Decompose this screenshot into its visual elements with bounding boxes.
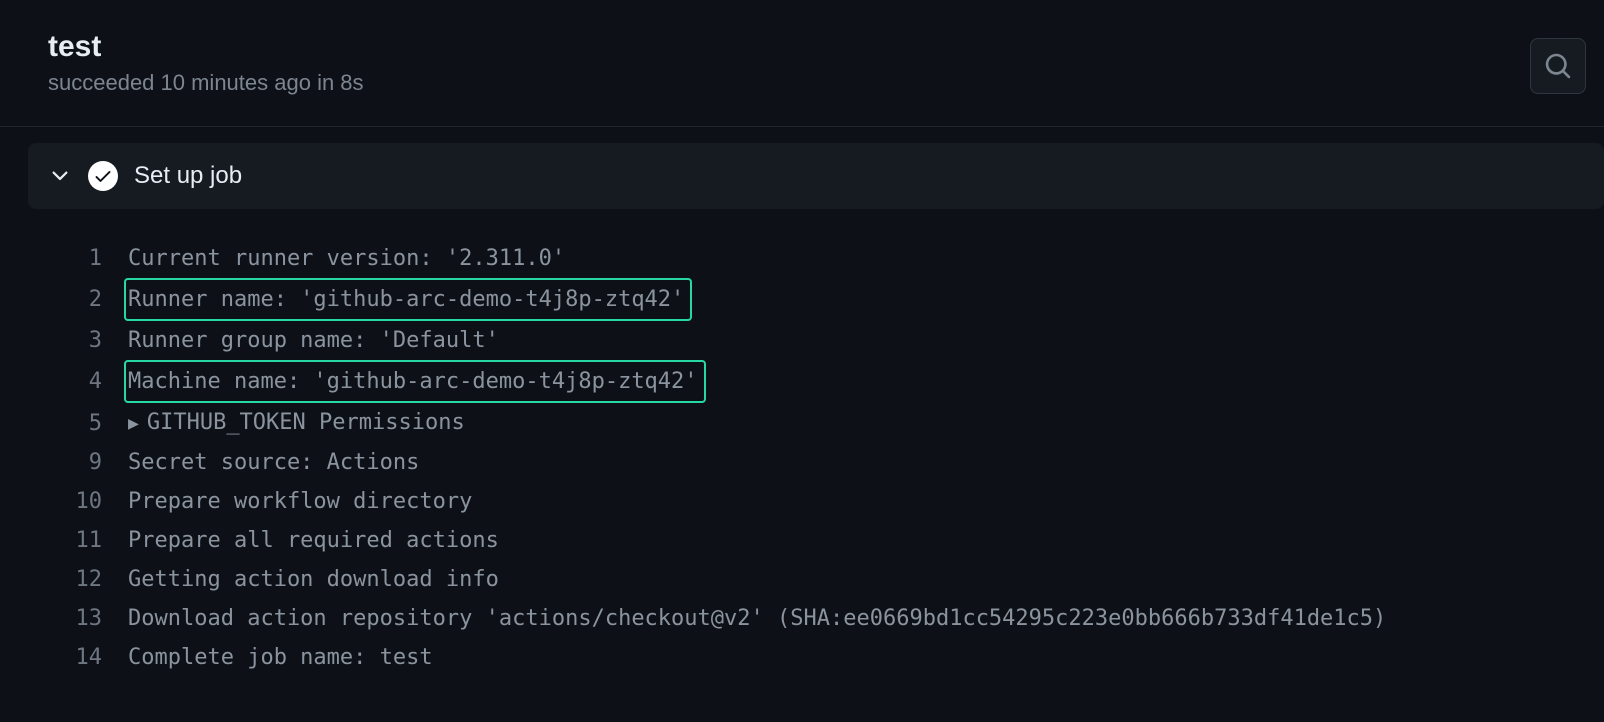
line-number: 12 — [58, 560, 128, 599]
line-number: 11 — [58, 521, 128, 560]
line-content: Machine name: 'github-arc-demo-t4j8p-ztq… — [124, 360, 706, 403]
line-content: Current runner version: '2.311.0' — [128, 239, 565, 278]
log-line: 2Runner name: 'github-arc-demo-t4j8p-ztq… — [58, 278, 1604, 321]
line-content: Prepare workflow directory — [128, 482, 472, 521]
line-number: 13 — [58, 599, 128, 638]
line-content: Complete job name: test — [128, 638, 433, 677]
line-number: 10 — [58, 482, 128, 521]
line-number: 14 — [58, 638, 128, 677]
line-number: 2 — [58, 280, 128, 319]
log-line: 5▶GITHUB_TOKEN Permissions — [58, 403, 1604, 443]
job-content: Set up job 1Current runner version: '2.3… — [0, 127, 1604, 677]
line-content: Getting action download info — [128, 560, 499, 599]
search-icon — [1544, 52, 1572, 80]
job-header-left: test succeeded 10 minutes ago in 8s — [48, 30, 364, 96]
line-content: ▶GITHUB_TOKEN Permissions — [128, 403, 465, 443]
line-content: Download action repository 'actions/chec… — [128, 599, 1386, 638]
log-line: 3Runner group name: 'Default' — [58, 321, 1604, 360]
log-line: 4Machine name: 'github-arc-demo-t4j8p-zt… — [58, 360, 1604, 403]
log-line: 11Prepare all required actions — [58, 521, 1604, 560]
expand-arrow-icon[interactable]: ▶ — [128, 404, 139, 443]
line-number: 1 — [58, 239, 128, 278]
line-content: Secret source: Actions — [128, 443, 419, 482]
job-title: test — [48, 30, 364, 64]
log-line: 1Current runner version: '2.311.0' — [58, 239, 1604, 278]
search-button[interactable] — [1530, 38, 1586, 94]
log-output: 1Current runner version: '2.311.0'2Runne… — [28, 239, 1604, 677]
line-content: Runner name: 'github-arc-demo-t4j8p-ztq4… — [124, 278, 692, 321]
log-line: 10Prepare workflow directory — [58, 482, 1604, 521]
line-number: 5 — [58, 404, 128, 443]
log-line: 9Secret source: Actions — [58, 443, 1604, 482]
line-number: 3 — [58, 321, 128, 360]
line-content: Prepare all required actions — [128, 521, 499, 560]
line-content: Runner group name: 'Default' — [128, 321, 499, 360]
line-number: 9 — [58, 443, 128, 482]
log-line: 13Download action repository 'actions/ch… — [58, 599, 1604, 638]
chevron-down-icon — [48, 164, 72, 188]
log-line: 14Complete job name: test — [58, 638, 1604, 677]
step-title: Set up job — [134, 162, 242, 190]
job-status: succeeded 10 minutes ago in 8s — [48, 70, 364, 96]
step-header[interactable]: Set up job — [28, 143, 1604, 209]
log-line: 12Getting action download info — [58, 560, 1604, 599]
check-icon — [88, 161, 118, 191]
line-number: 4 — [58, 362, 128, 401]
job-header: test succeeded 10 minutes ago in 8s — [0, 0, 1604, 127]
